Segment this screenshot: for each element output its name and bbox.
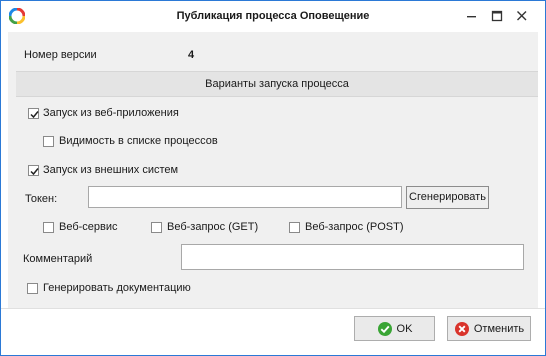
footer-divider — [1, 308, 545, 309]
publish-process-dialog: Публикация процесса Оповещение Номер вер… — [0, 0, 546, 356]
process-list-visibility-label: Видимость в списке процессов — [59, 135, 218, 147]
web-get-checkbox[interactable] — [151, 222, 162, 233]
web-post-checkbox[interactable] — [289, 222, 300, 233]
close-button[interactable] — [514, 9, 530, 23]
external-launch-label: Запуск из внешних систем — [43, 164, 179, 176]
process-list-visibility-checkbox[interactable] — [43, 136, 54, 147]
cancel-circle-icon — [454, 321, 470, 337]
maximize-icon — [491, 10, 503, 22]
web-app-launch-checkbox[interactable] — [28, 108, 39, 119]
token-label: Токен: — [25, 193, 58, 205]
maximize-button[interactable] — [489, 9, 505, 23]
comment-input[interactable] — [181, 244, 524, 270]
token-input[interactable] — [88, 186, 402, 208]
minimize-icon — [467, 16, 476, 18]
comment-label: Комментарий — [23, 253, 93, 265]
check-circle-icon — [377, 321, 393, 337]
version-value: 4 — [188, 49, 195, 61]
cancel-label: Отменить — [473, 322, 525, 335]
dialog-body: Номер версии 4 Варианты запуска процесса… — [8, 32, 538, 308]
web-post-label: Веб-запрос (POST) — [305, 221, 404, 233]
title-bar: Публикация процесса Оповещение — [1, 1, 545, 32]
close-icon — [517, 11, 527, 21]
web-service-checkbox[interactable] — [43, 222, 54, 233]
external-launch-checkbox[interactable] — [28, 165, 39, 176]
launch-options-header: Варианты запуска процесса — [16, 71, 538, 97]
web-app-launch-label: Запуск из веб-приложения — [43, 107, 179, 119]
ok-label: OK — [396, 322, 413, 335]
web-service-label: Веб-сервис — [59, 221, 118, 233]
web-get-label: Веб-запрос (GET) — [167, 221, 259, 233]
generate-docs-label: Генерировать документацию — [43, 282, 191, 294]
version-label: Номер версии — [24, 49, 97, 61]
checkmark-icon — [30, 111, 39, 119]
cancel-button[interactable]: Отменить — [447, 316, 531, 341]
generate-token-button[interactable]: Сгенерировать — [406, 186, 489, 209]
generate-docs-checkbox[interactable] — [27, 283, 38, 294]
ok-button[interactable]: OK — [354, 316, 435, 341]
checkmark-icon — [30, 168, 39, 176]
minimize-button[interactable] — [464, 9, 480, 23]
